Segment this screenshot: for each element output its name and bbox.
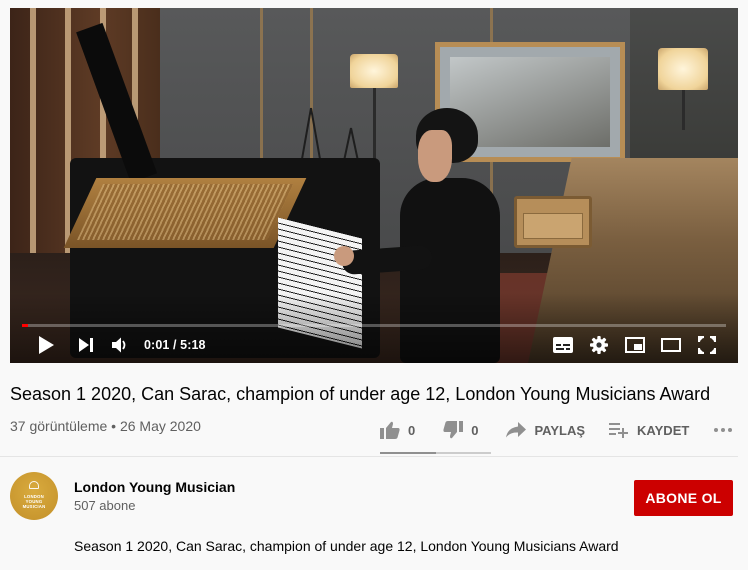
share-label: PAYLAŞ [534, 422, 586, 438]
theater-icon [661, 338, 681, 352]
mute-button[interactable] [108, 334, 132, 356]
volume-icon [112, 337, 126, 353]
dislike-count: 0 [471, 422, 479, 438]
dislike-button[interactable]: 0 [443, 421, 478, 439]
amplifier [514, 196, 592, 248]
next-icon [79, 338, 93, 352]
progress-bar[interactable] [22, 324, 726, 327]
subtitles-button[interactable] [552, 334, 574, 356]
lamp [350, 54, 398, 88]
avatar-logo-text: LONDON YOUNG MUSICIAN [22, 493, 46, 509]
like-button[interactable]: 0 [380, 421, 415, 439]
video-description: Season 1 2020, Can Sarac, champion of un… [74, 538, 619, 554]
settings-button[interactable] [588, 334, 610, 356]
divider [0, 456, 738, 457]
crest-icon [29, 481, 39, 489]
save-button[interactable]: KAYDET [609, 422, 689, 438]
share-icon [506, 422, 527, 438]
piano-strings [76, 184, 294, 240]
save-label: KAYDET [637, 422, 690, 438]
thumbs-down-icon [443, 421, 464, 439]
play-icon [39, 336, 54, 354]
fullscreen-button[interactable] [696, 334, 718, 356]
channel-name[interactable]: London Young Musician [74, 479, 235, 495]
add-to-playlist-icon [609, 423, 629, 438]
settings-icon [590, 336, 608, 354]
fullscreen-icon [698, 336, 716, 354]
subscriber-count: 507 abone [74, 498, 136, 513]
video-meta: 37 görüntüleme • 26 May 2020 [10, 418, 201, 434]
sentiment-bar [380, 452, 491, 454]
video-player[interactable]: 0:01 / 5:18 [10, 8, 738, 363]
share-button[interactable]: PAYLAŞ [506, 422, 585, 438]
next-button[interactable] [74, 334, 98, 356]
miniplayer-icon [625, 337, 645, 353]
more-horiz-icon [714, 428, 733, 432]
theater-mode-button[interactable] [660, 334, 682, 356]
thumbs-up-icon [380, 421, 400, 439]
time-display: 0:01 / 5:18 [144, 338, 206, 352]
video-title: Season 1 2020, Can Sarac, champion of un… [10, 384, 711, 404]
like-count: 0 [408, 422, 416, 438]
subscribe-button[interactable]: ABONE OL [634, 480, 733, 516]
play-button[interactable] [34, 334, 58, 356]
more-actions-button[interactable] [713, 427, 733, 433]
action-bar: 0 0 PAYLAŞ KAYDET [380, 412, 733, 448]
lamp [658, 48, 708, 90]
progress-played [22, 324, 28, 327]
subtitles-icon [553, 337, 573, 353]
channel-avatar[interactable]: LONDON YOUNG MUSICIAN [10, 472, 58, 520]
miniplayer-button[interactable] [624, 334, 646, 356]
